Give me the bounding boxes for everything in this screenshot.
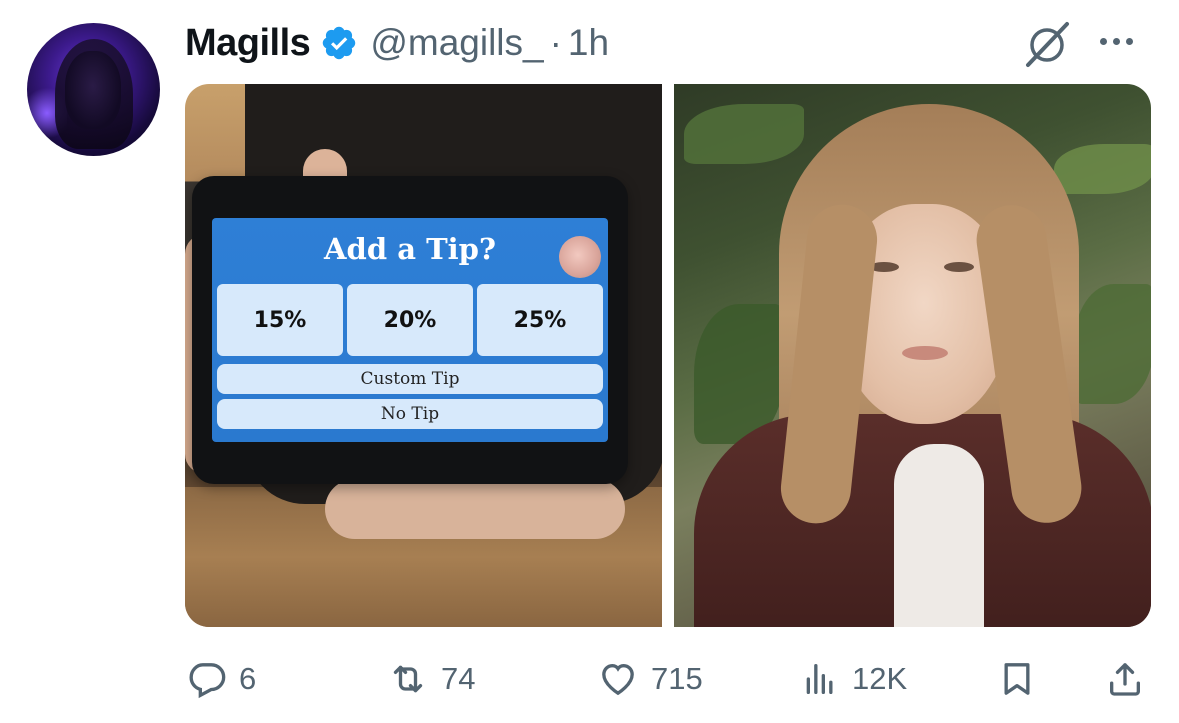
views-count: 12K <box>852 661 908 696</box>
avatar[interactable] <box>27 23 160 156</box>
tip-option-20: 20% <box>347 284 473 356</box>
separator: · <box>549 22 562 63</box>
plant-leaf <box>1074 284 1151 404</box>
verified-badge-icon <box>323 26 356 60</box>
timestamp[interactable]: 1h <box>568 22 609 64</box>
reply-icon <box>189 663 226 699</box>
views-button[interactable]: 12K <box>800 654 907 704</box>
bookmark-button[interactable] <box>997 654 1037 704</box>
retweet-icon <box>393 665 423 693</box>
plant-leaf <box>1054 144 1151 194</box>
tip-option-25: 25% <box>477 284 603 356</box>
tablet-device: Add a Tip? 15% 20% 25% Custom Tip No Tip <box>192 176 628 484</box>
screen-logo <box>559 236 601 278</box>
media-image-tip-screen[interactable]: Add a Tip? 15% 20% 25% Custom Tip No Tip <box>185 84 662 627</box>
reply-count: 6 <box>239 661 257 696</box>
plant-leaf <box>684 104 804 164</box>
tip-options: 15% 20% 25% <box>217 284 603 356</box>
right-eye <box>944 262 974 272</box>
retweet-count: 74 <box>441 661 476 696</box>
reply-button[interactable]: 6 <box>187 654 256 704</box>
media-image-portrait[interactable] <box>674 84 1151 627</box>
handle[interactable]: @magills_ <box>370 22 543 64</box>
white-shirt <box>894 444 984 627</box>
more-dot <box>1113 38 1120 45</box>
like-count: 715 <box>651 661 703 696</box>
tablet-screen: Add a Tip? 15% 20% 25% Custom Tip No Tip <box>212 218 608 442</box>
grok-icon[interactable] <box>1020 20 1074 70</box>
share-icon <box>1110 663 1140 696</box>
tip-option-15: 15% <box>217 284 343 356</box>
retweet-button[interactable]: 74 <box>387 654 475 704</box>
tweet-header: Magills @magills_ · 1h <box>185 18 609 68</box>
more-icon[interactable] <box>1100 38 1133 45</box>
bottom-hand <box>325 479 625 539</box>
tip-prompt-title: Add a Tip? <box>324 232 496 266</box>
bookmark-icon <box>1004 663 1030 695</box>
display-name[interactable]: Magills <box>185 22 311 65</box>
views-icon <box>806 664 833 694</box>
like-icon <box>602 663 634 696</box>
custom-tip-option: Custom Tip <box>217 364 603 394</box>
no-tip-option: No Tip <box>217 399 603 429</box>
avatar-face <box>65 51 121 129</box>
tweet-actions: 6 74 715 12K <box>185 654 1151 704</box>
tweet-media: Add a Tip? 15% 20% 25% Custom Tip No Tip <box>185 84 1151 627</box>
more-dot <box>1100 38 1107 45</box>
like-button[interactable]: 715 <box>597 654 703 704</box>
more-dot <box>1126 38 1133 45</box>
lips <box>902 346 948 360</box>
share-button[interactable] <box>1105 654 1145 704</box>
